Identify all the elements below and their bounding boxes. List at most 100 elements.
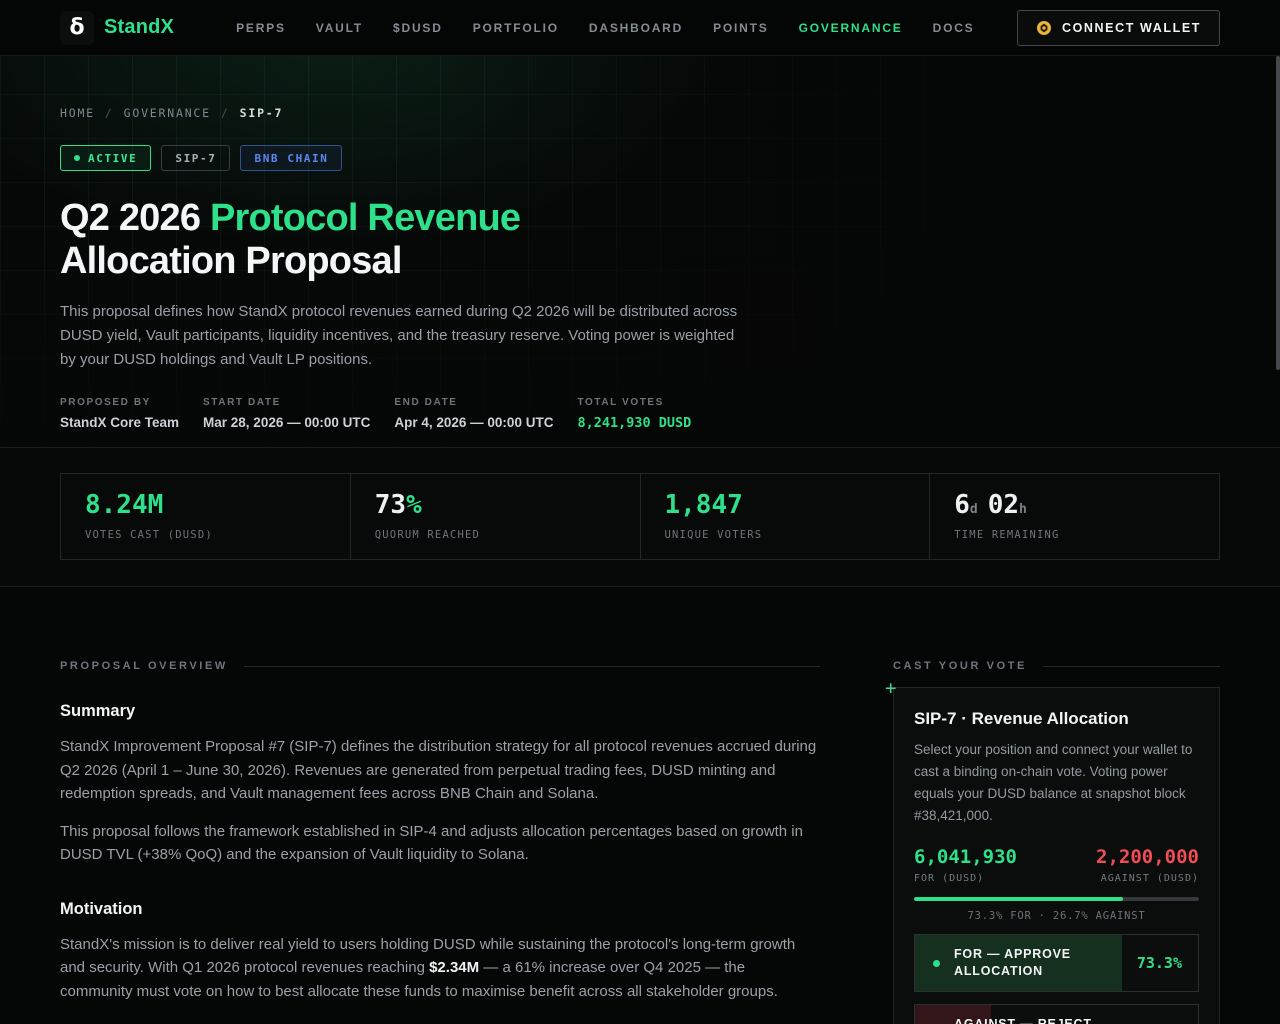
stat-value: 73% — [375, 490, 640, 520]
nav-item-vault[interactable]: VAULT — [316, 21, 363, 35]
sip-badge-label: SIP-7 — [175, 152, 216, 165]
meta-value: StandX Core Team — [60, 415, 179, 430]
against-votes-value: 2,200,000 — [1096, 846, 1199, 868]
meta-label: START DATE — [203, 397, 370, 408]
nav-item-points[interactable]: POINTS — [713, 21, 768, 35]
vote-bar-caption: 73.3% FOR · 26.7% AGAINST — [914, 910, 1199, 922]
stat-quorum: 73% QUORUM REACHED — [351, 474, 641, 559]
stat-votes-cast: 8.24M VOTES CAST (DUSD) — [61, 474, 351, 559]
meta-label: PROPOSED BY — [60, 397, 179, 408]
stat-label: VOTES CAST (DUSD) — [85, 529, 350, 541]
vote-totals-row: 6,041,930 FOR (DUSD) 2,200,000 AGAINST (… — [914, 846, 1199, 884]
brand-name: StandX — [104, 16, 174, 39]
wallet-coin-icon — [1036, 20, 1052, 36]
vote-card-title: SIP-7 · Revenue Allocation — [914, 709, 1199, 729]
status-badge-active: ACTIVE — [60, 145, 151, 171]
meta-value: Apr 4, 2026 — 00:00 UTC — [394, 415, 553, 430]
for-votes-label: FOR (DUSD) — [914, 873, 1017, 884]
cast-vote-column: CAST YOUR VOTE + SIP-7 · Revenue Allocat… — [893, 660, 1220, 1024]
summary-paragraph-1: StandX Improvement Proposal #7 (SIP-7) d… — [60, 735, 820, 806]
vote-section-label: CAST YOUR VOTE — [893, 660, 1027, 672]
stat-time-remaining: 6d 02h TIME REMAINING — [930, 474, 1219, 559]
breadcrumb-separator: / — [105, 106, 114, 120]
nav-item-portfolio[interactable]: PORTFOLIO — [473, 21, 559, 35]
stats-band: 8.24M VOTES CAST (DUSD) 73% QUORUM REACH… — [0, 448, 1280, 587]
overview-section-header: PROPOSAL OVERVIEW — [60, 660, 820, 672]
hours-unit: h — [1019, 502, 1027, 517]
meta-value: Mar 28, 2026 — 00:00 UTC — [203, 415, 370, 430]
for-option-percent: 73.3% — [1137, 954, 1182, 972]
vote-progress-bar — [914, 897, 1199, 901]
for-votes-value: 6,041,930 — [914, 846, 1017, 868]
main-content: PROPOSAL OVERVIEW Summary StandX Improve… — [0, 587, 1280, 1024]
against-option-label: AGAINST — REJECTALLOCATION — [954, 1016, 1092, 1024]
corner-plus-icon: + — [885, 679, 896, 697]
chain-badge: BNB CHAIN — [240, 145, 342, 171]
badge-row: ACTIVE SIP-7 BNB CHAIN — [60, 145, 1220, 171]
motivation-heading: Motivation — [60, 900, 820, 919]
days-number: 6 — [954, 490, 970, 520]
brand-logo[interactable]: δ StandX — [60, 11, 174, 45]
nav-item-governance[interactable]: GOVERNANCE — [799, 21, 903, 35]
breadcrumb-separator: / — [221, 106, 230, 120]
vote-card-description: Select your position and connect your wa… — [914, 739, 1199, 827]
stats-row: 8.24M VOTES CAST (DUSD) 73% QUORUM REACH… — [60, 473, 1220, 560]
stat-label: TIME REMAINING — [954, 529, 1219, 541]
for-dot-icon — [933, 960, 940, 967]
vote-option-against[interactable]: AGAINST — REJECTALLOCATION 26.7% — [914, 1004, 1199, 1024]
stat-label: QUORUM REACHED — [375, 529, 640, 541]
logo-delta-icon: δ — [60, 11, 94, 45]
against-option-line1: AGAINST — REJECT — [954, 1017, 1092, 1024]
meta-start-date: START DATE Mar 28, 2026 — 00:00 UTC — [203, 397, 370, 431]
connect-wallet-button[interactable]: CONNECT WALLET — [1017, 10, 1220, 46]
for-option-label: FOR — APPROVEALLOCATION — [954, 946, 1071, 980]
motivation-revenue-amount: $2.34M — [429, 959, 479, 976]
breadcrumb-current: SIP-7 — [240, 106, 284, 120]
nav-item-docs[interactable]: DOCS — [933, 21, 975, 35]
stat-unique-voters: 1,847 UNIQUE VOTERS — [641, 474, 931, 559]
title-part-white: Q2 2026 — [60, 197, 210, 239]
meta-proposed-by: PROPOSED BY StandX Core Team — [60, 397, 179, 431]
meta-label: END DATE — [394, 397, 553, 408]
proposal-title: Q2 2026 Protocol RevenueAllocation Propo… — [60, 197, 780, 283]
summary-paragraph-2: This proposal follows the framework esta… — [60, 820, 820, 867]
vote-progress-fill — [914, 897, 1123, 901]
section-divider-line — [244, 666, 820, 667]
hours-number: 02 — [988, 490, 1019, 520]
summary-heading: Summary — [60, 702, 820, 721]
vote-option-for[interactable]: FOR — APPROVEALLOCATION 73.3% — [914, 934, 1199, 992]
stat-value: 6d 02h — [954, 490, 1219, 520]
stat-value: 1,847 — [665, 490, 930, 520]
meta-end-date: END DATE Apr 4, 2026 — 00:00 UTC — [394, 397, 553, 431]
days-unit: d — [970, 502, 978, 517]
motivation-paragraph: StandX's mission is to deliver real yiel… — [60, 933, 820, 1004]
breadcrumb-governance[interactable]: GOVERNANCE — [124, 106, 211, 120]
proposal-hero: HOME / GOVERNANCE / SIP-7 ACTIVE SIP-7 B… — [0, 56, 1280, 448]
vote-section-header: CAST YOUR VOTE — [893, 660, 1220, 672]
top-header: δ StandX PERPS VAULT $DUSD PORTFOLIO DAS… — [0, 0, 1280, 56]
meta-value-total-votes: 8,241,930 DUSD — [577, 415, 691, 431]
title-line2: Allocation Proposal — [60, 240, 402, 282]
for-totals: 6,041,930 FOR (DUSD) — [914, 846, 1017, 884]
nav-item-dusd[interactable]: $DUSD — [393, 21, 443, 35]
stat-value: 8.24M — [85, 490, 350, 520]
stat-label: UNIQUE VOTERS — [665, 529, 930, 541]
breadcrumb: HOME / GOVERNANCE / SIP-7 — [60, 106, 1220, 120]
status-badge-label: ACTIVE — [88, 152, 137, 165]
against-totals: 2,200,000 AGAINST (DUSD) — [1096, 846, 1199, 884]
section-divider-line — [1043, 666, 1220, 667]
nav-item-perps[interactable]: PERPS — [236, 21, 286, 35]
scrollbar-thumb[interactable] — [1276, 56, 1280, 370]
nav-item-dashboard[interactable]: DASHBOARD — [589, 21, 683, 35]
proposal-overview-column: PROPOSAL OVERVIEW Summary StandX Improve… — [60, 660, 820, 1024]
chain-badge-label: BNB CHAIN — [254, 152, 328, 165]
main-nav: PERPS VAULT $DUSD PORTFOLIO DASHBOARD PO… — [236, 21, 974, 35]
breadcrumb-home[interactable]: HOME — [60, 106, 95, 120]
vote-card: + SIP-7 · Revenue Allocation Select your… — [893, 687, 1220, 1024]
against-votes-label: AGAINST (DUSD) — [1096, 873, 1199, 884]
proposal-meta-row: PROPOSED BY StandX Core Team START DATE … — [60, 397, 1220, 431]
active-dot-icon — [74, 155, 80, 161]
overview-section-label: PROPOSAL OVERVIEW — [60, 660, 228, 672]
for-option-line1: FOR — APPROVE — [954, 947, 1071, 961]
title-part-green: Protocol Revenue — [210, 197, 520, 239]
